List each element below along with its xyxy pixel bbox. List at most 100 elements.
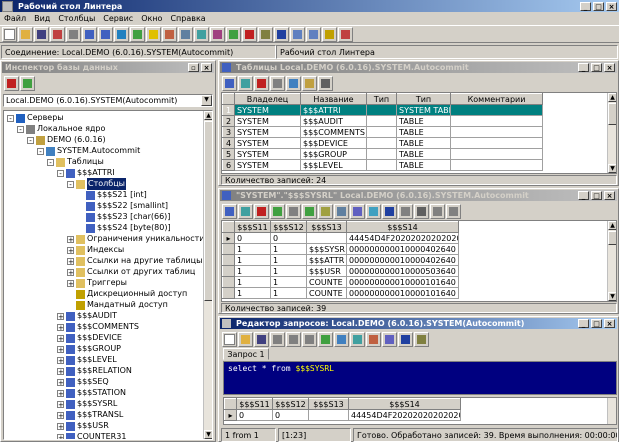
inspector-close-button[interactable]: ×: [201, 63, 212, 72]
table-cell[interactable]: [450, 137, 543, 149]
settings-icon[interactable]: [258, 26, 273, 42]
table-row[interactable]: 1 1 COUNTE 000000000010000101640: [222, 287, 459, 299]
tables-minimize-button[interactable]: _: [578, 63, 589, 72]
table-cell[interactable]: 000000000010000402640: [346, 254, 459, 266]
scroll-up-icon[interactable]: ▲: [204, 111, 212, 120]
table-cell[interactable]: [366, 104, 397, 116]
scroll-up-icon[interactable]: ▲: [608, 221, 616, 230]
export-data-icon[interactable]: [366, 203, 381, 219]
column-header[interactable]: Тип: [396, 93, 451, 105]
table-cell[interactable]: SYSTEM: [234, 159, 301, 171]
collapse-icon[interactable]: -: [57, 169, 64, 177]
table-row[interactable]: ▸0044454D4F2020202020202020: [222, 232, 459, 244]
export-icon[interactable]: [194, 26, 209, 42]
table-row[interactable]: 3 SYSTEM $$$COMMENTS TABLE: [222, 126, 543, 138]
table-cell[interactable]: 1: [234, 276, 271, 288]
column-header[interactable]: $$$S14: [348, 398, 461, 410]
table-cell[interactable]: [450, 159, 543, 171]
table-cell[interactable]: 000000000010000101640: [346, 287, 459, 299]
table-cell[interactable]: COUNTE: [306, 287, 347, 299]
table-row[interactable]: 4 SYSTEM $$$DEVICE TABLE: [222, 137, 543, 149]
open-query-icon[interactable]: [238, 331, 253, 347]
exit-icon[interactable]: [338, 26, 353, 42]
expand-icon[interactable]: +: [67, 235, 74, 243]
expand-icon[interactable]: +: [57, 323, 64, 331]
collapse-icon[interactable]: -: [17, 125, 24, 133]
query-maximize-button[interactable]: □: [591, 319, 602, 328]
expand-icon[interactable]: +: [57, 389, 64, 397]
table-cell[interactable]: [450, 126, 543, 138]
key-icon[interactable]: [146, 26, 161, 42]
tables-close-button[interactable]: ×: [604, 63, 615, 72]
sql-editor[interactable]: select * from $$$SYSRL: [223, 361, 617, 395]
stop-icon[interactable]: [242, 26, 257, 42]
table-row[interactable]: 5 SYSTEM $$$GROUP TABLE: [222, 148, 543, 160]
disconnect-icon[interactable]: [66, 26, 81, 42]
refresh-icon[interactable]: [226, 26, 241, 42]
menu-file[interactable]: Файл: [0, 14, 30, 23]
table-cell[interactable]: 000000000010000503640: [346, 265, 459, 277]
table-cell[interactable]: 44454D4F2020202020202020: [346, 232, 459, 244]
scroll-down-icon[interactable]: ▼: [204, 430, 212, 439]
table-cell[interactable]: 1: [270, 276, 307, 288]
save-icon[interactable]: [34, 26, 49, 42]
expand-icon[interactable]: +: [67, 279, 74, 287]
table-cell[interactable]: 1: [270, 243, 307, 255]
table-cell[interactable]: $$$USR: [306, 265, 347, 277]
history-icon[interactable]: [398, 331, 413, 347]
table-cell[interactable]: 000000000010000402640: [346, 243, 459, 255]
scroll-thumb[interactable]: [608, 103, 616, 125]
collapse-icon[interactable]: -: [67, 180, 74, 188]
paste-query-icon[interactable]: [302, 331, 317, 347]
table-cell[interactable]: TABLE: [396, 159, 451, 171]
cancel-icon[interactable]: [286, 203, 301, 219]
expand-icon[interactable]: +: [67, 257, 74, 265]
column-header[interactable]: $$$S11: [234, 221, 271, 233]
expand-icon[interactable]: +: [57, 422, 64, 430]
table-cell[interactable]: TABLE: [396, 115, 451, 127]
table-cell[interactable]: 1: [234, 287, 271, 299]
open-icon[interactable]: [18, 26, 33, 42]
table-cell[interactable]: $$$DEVICE: [300, 137, 367, 149]
new-table-icon[interactable]: [222, 75, 237, 91]
column-header[interactable]: Название: [300, 93, 367, 105]
column-header[interactable]: $$$S13: [308, 398, 349, 410]
tables-scrollbar[interactable]: ▲ ▼: [607, 93, 616, 173]
expand-icon[interactable]: +: [57, 312, 64, 320]
table-cell[interactable]: 0: [236, 409, 273, 421]
print-data-icon[interactable]: [414, 203, 429, 219]
find-icon[interactable]: [334, 203, 349, 219]
close-button[interactable]: ×: [606, 1, 617, 11]
run-step-icon[interactable]: [334, 331, 349, 347]
menu-window[interactable]: Окно: [137, 14, 166, 23]
table-cell[interactable]: $$$COMMENTS: [300, 126, 367, 138]
table-cell[interactable]: TABLE: [396, 126, 451, 138]
table-cell[interactable]: 44454D4F2020202020202020: [348, 409, 461, 421]
collapse-icon[interactable]: -: [7, 114, 14, 122]
tab-query-1[interactable]: Запрос 1: [223, 348, 269, 360]
table-cell[interactable]: 000000000010000101640: [346, 276, 459, 288]
form-icon[interactable]: [398, 203, 413, 219]
scroll-down-icon[interactable]: ▼: [608, 164, 616, 173]
table-icon[interactable]: [82, 26, 97, 42]
table-cell[interactable]: $$$LEVEL: [300, 159, 367, 171]
copy-icon[interactable]: [430, 203, 445, 219]
commit-icon[interactable]: [350, 331, 365, 347]
cascade-icon[interactable]: [290, 26, 305, 42]
maximize-button[interactable]: □: [593, 1, 604, 11]
query-icon[interactable]: [114, 26, 129, 42]
import-icon[interactable]: [210, 26, 225, 42]
explain-icon[interactable]: [382, 331, 397, 347]
collapse-icon[interactable]: -: [37, 147, 44, 155]
user-icon[interactable]: [162, 26, 177, 42]
table-row[interactable]: 1 1 COUNTE 000000000010000101640: [222, 276, 459, 288]
delete-table-icon[interactable]: [254, 75, 269, 91]
data-maximize-button[interactable]: □: [591, 191, 602, 200]
expand-icon[interactable]: +: [57, 345, 64, 353]
help-icon[interactable]: [322, 26, 337, 42]
save-query-icon[interactable]: [254, 331, 269, 347]
column-header[interactable]: $$$S13: [306, 221, 347, 233]
data-scrollbar[interactable]: ▲ ▼: [607, 221, 616, 301]
expand-icon[interactable]: +: [57, 400, 64, 408]
connection-select[interactable]: Local.DEMO (6.0.16).SYSTEM(Autocommit) ▼: [3, 94, 213, 107]
